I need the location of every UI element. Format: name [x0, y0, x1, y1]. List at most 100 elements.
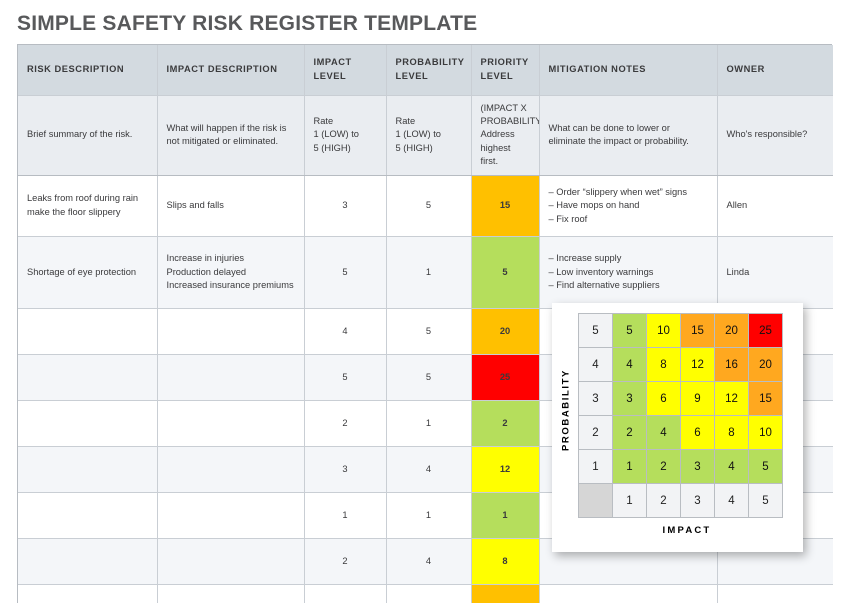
- cell-risk-description[interactable]: Shortage of eye protection: [18, 236, 158, 309]
- cell-priority-level[interactable]: 15: [471, 175, 540, 237]
- instruction-impact-description: What will happen if the risk is not miti…: [157, 95, 305, 176]
- cell-priority-level[interactable]: 1: [471, 492, 540, 539]
- matrix-row: 4 4 8 12 16 20: [579, 348, 782, 381]
- header-row: RISK DESCRIPTION IMPACT DESCRIPTION IMPA…: [18, 45, 833, 96]
- cell-risk-description[interactable]: [18, 538, 158, 585]
- cell-risk-description[interactable]: [18, 400, 158, 447]
- table-row[interactable]: Leaks from roof during rain make the flo…: [18, 175, 833, 237]
- cell-priority-level[interactable]: 25: [471, 354, 540, 401]
- cell-risk-description[interactable]: Leaks from roof during rain make the flo…: [18, 175, 158, 237]
- cell-risk-description[interactable]: [18, 354, 158, 401]
- matrix-cell: 6: [681, 416, 714, 449]
- cell-priority-level[interactable]: 8: [471, 538, 540, 585]
- cell-owner[interactable]: Linda: [717, 236, 833, 309]
- cell-probability-level[interactable]: 5: [386, 308, 472, 355]
- matrix-x-tick: 1: [613, 484, 646, 517]
- cell-impact-level[interactable]: 3: [304, 175, 387, 237]
- cell-owner[interactable]: Allen: [717, 175, 833, 237]
- cell-owner[interactable]: [717, 584, 833, 603]
- cell-impact-description[interactable]: [157, 446, 305, 493]
- cell-probability-level[interactable]: 5: [386, 175, 472, 237]
- cell-risk-description[interactable]: [18, 584, 158, 603]
- cell-impact-description[interactable]: [157, 584, 305, 603]
- cell-probability-level[interactable]: 4: [386, 584, 472, 603]
- matrix-cell: 2: [647, 450, 680, 483]
- cell-probability-level[interactable]: 4: [386, 538, 472, 585]
- instruction-risk-description: Brief summary of the risk.: [18, 95, 158, 176]
- table-row[interactable]: 4416: [18, 584, 833, 603]
- cell-mitigation-notes[interactable]: – Order “slippery when wet” signs – Have…: [539, 175, 718, 237]
- matrix-cell: 12: [715, 382, 748, 415]
- matrix-x-tick: 4: [715, 484, 748, 517]
- cell-risk-description[interactable]: [18, 492, 158, 539]
- matrix-row: 5 5 10 15 20 25: [579, 314, 782, 347]
- cell-impact-description[interactable]: [157, 400, 305, 447]
- cell-impact-description[interactable]: [157, 538, 305, 585]
- cell-impact-level[interactable]: 5: [304, 354, 387, 401]
- cell-impact-description[interactable]: [157, 308, 305, 355]
- matrix-row: 3 3 6 9 12 15: [579, 382, 782, 415]
- matrix-y-tick: 3: [579, 382, 612, 415]
- cell-probability-level[interactable]: 1: [386, 236, 472, 309]
- instruction-impact-level: Rate 1 (LOW) to 5 (HIGH): [304, 95, 387, 176]
- cell-impact-level[interactable]: 4: [304, 584, 387, 603]
- matrix-x-tick: 5: [749, 484, 782, 517]
- cell-priority-level[interactable]: 16: [471, 584, 540, 603]
- cell-impact-description[interactable]: Increase in injuries Production delayed …: [157, 236, 305, 309]
- cell-risk-description[interactable]: [18, 446, 158, 493]
- cell-mitigation-notes[interactable]: [539, 584, 718, 603]
- matrix-x-tick: 3: [681, 484, 714, 517]
- cell-impact-level[interactable]: 3: [304, 446, 387, 493]
- instruction-priority-level: (IMPACT X PROBABILITY) Address highest f…: [471, 95, 540, 176]
- cell-probability-level[interactable]: 1: [386, 492, 472, 539]
- matrix-y-tick: 4: [579, 348, 612, 381]
- column-header-impact-description: IMPACT DESCRIPTION: [157, 45, 305, 96]
- matrix-cell: 3: [681, 450, 714, 483]
- cell-impact-level[interactable]: 5: [304, 236, 387, 309]
- cell-probability-level[interactable]: 5: [386, 354, 472, 401]
- instruction-owner: Who's responsible?: [717, 95, 833, 176]
- matrix-cell: 8: [715, 416, 748, 449]
- matrix-cell: 15: [749, 382, 782, 415]
- priority-score-badge: 8: [471, 538, 538, 584]
- cell-impact-level[interactable]: 1: [304, 492, 387, 539]
- column-header-priority-level: PRIORITY LEVEL: [471, 45, 540, 96]
- cell-impact-level[interactable]: 4: [304, 308, 387, 355]
- risk-matrix-grid: 5 5 10 15 20 25 4 4 8 12 16 20 3 3 6 9 12 15 2 2 4 6 8 10 1 1 2 3 4 5…: [578, 313, 783, 518]
- cell-impact-description[interactable]: Slips and falls: [157, 175, 305, 237]
- cell-mitigation-notes[interactable]: – Increase supply – Low inventory warnin…: [539, 236, 718, 309]
- matrix-cell: 20: [749, 348, 782, 381]
- priority-score-badge: 12: [471, 446, 538, 492]
- cell-priority-level[interactable]: 12: [471, 446, 540, 493]
- cell-priority-level[interactable]: 5: [471, 236, 540, 309]
- cell-impact-description[interactable]: [157, 492, 305, 539]
- matrix-cell: 10: [749, 416, 782, 449]
- matrix-cell: 4: [613, 348, 646, 381]
- matrix-x-axis-label: IMPACT: [662, 525, 712, 536]
- cell-impact-level[interactable]: 2: [304, 538, 387, 585]
- priority-score-badge: 5: [471, 236, 538, 308]
- matrix-cell: 4: [647, 416, 680, 449]
- cell-risk-description[interactable]: [18, 308, 158, 355]
- matrix-cell: 12: [681, 348, 714, 381]
- cell-priority-level[interactable]: 2: [471, 400, 540, 447]
- cell-probability-level[interactable]: 1: [386, 400, 472, 447]
- column-header-risk-description: RISK DESCRIPTION: [18, 45, 158, 96]
- instruction-mitigation-notes: What can be done to lower or eliminate t…: [539, 95, 718, 176]
- cell-priority-level[interactable]: 20: [471, 308, 540, 355]
- matrix-body: 5 5 10 15 20 25 4 4 8 12 16 20 3 3 6 9 12 15 2 2 4 6 8 10 1 1 2 3 4 5…: [579, 314, 782, 517]
- column-header-mitigation-notes: MITIGATION NOTES: [539, 45, 718, 96]
- cell-impact-level[interactable]: 2: [304, 400, 387, 447]
- matrix-y-tick: 1: [579, 450, 612, 483]
- column-header-probability-level: PROBABILITY LEVEL: [386, 45, 472, 96]
- matrix-corner-cell: [579, 484, 612, 517]
- matrix-cell: 3: [613, 382, 646, 415]
- matrix-x-tick: 2: [647, 484, 680, 517]
- matrix-cell: 10: [647, 314, 680, 347]
- matrix-cell: 20: [715, 314, 748, 347]
- matrix-cell: 5: [749, 450, 782, 483]
- cell-probability-level[interactable]: 4: [386, 446, 472, 493]
- cell-impact-description[interactable]: [157, 354, 305, 401]
- risk-matrix-panel: PROBABILITY IMPACT 5 5 10 15 20 25 4 4 8 12 16 20 3 3…: [552, 303, 803, 552]
- table-row[interactable]: Shortage of eye protection Increase in in…: [18, 236, 833, 309]
